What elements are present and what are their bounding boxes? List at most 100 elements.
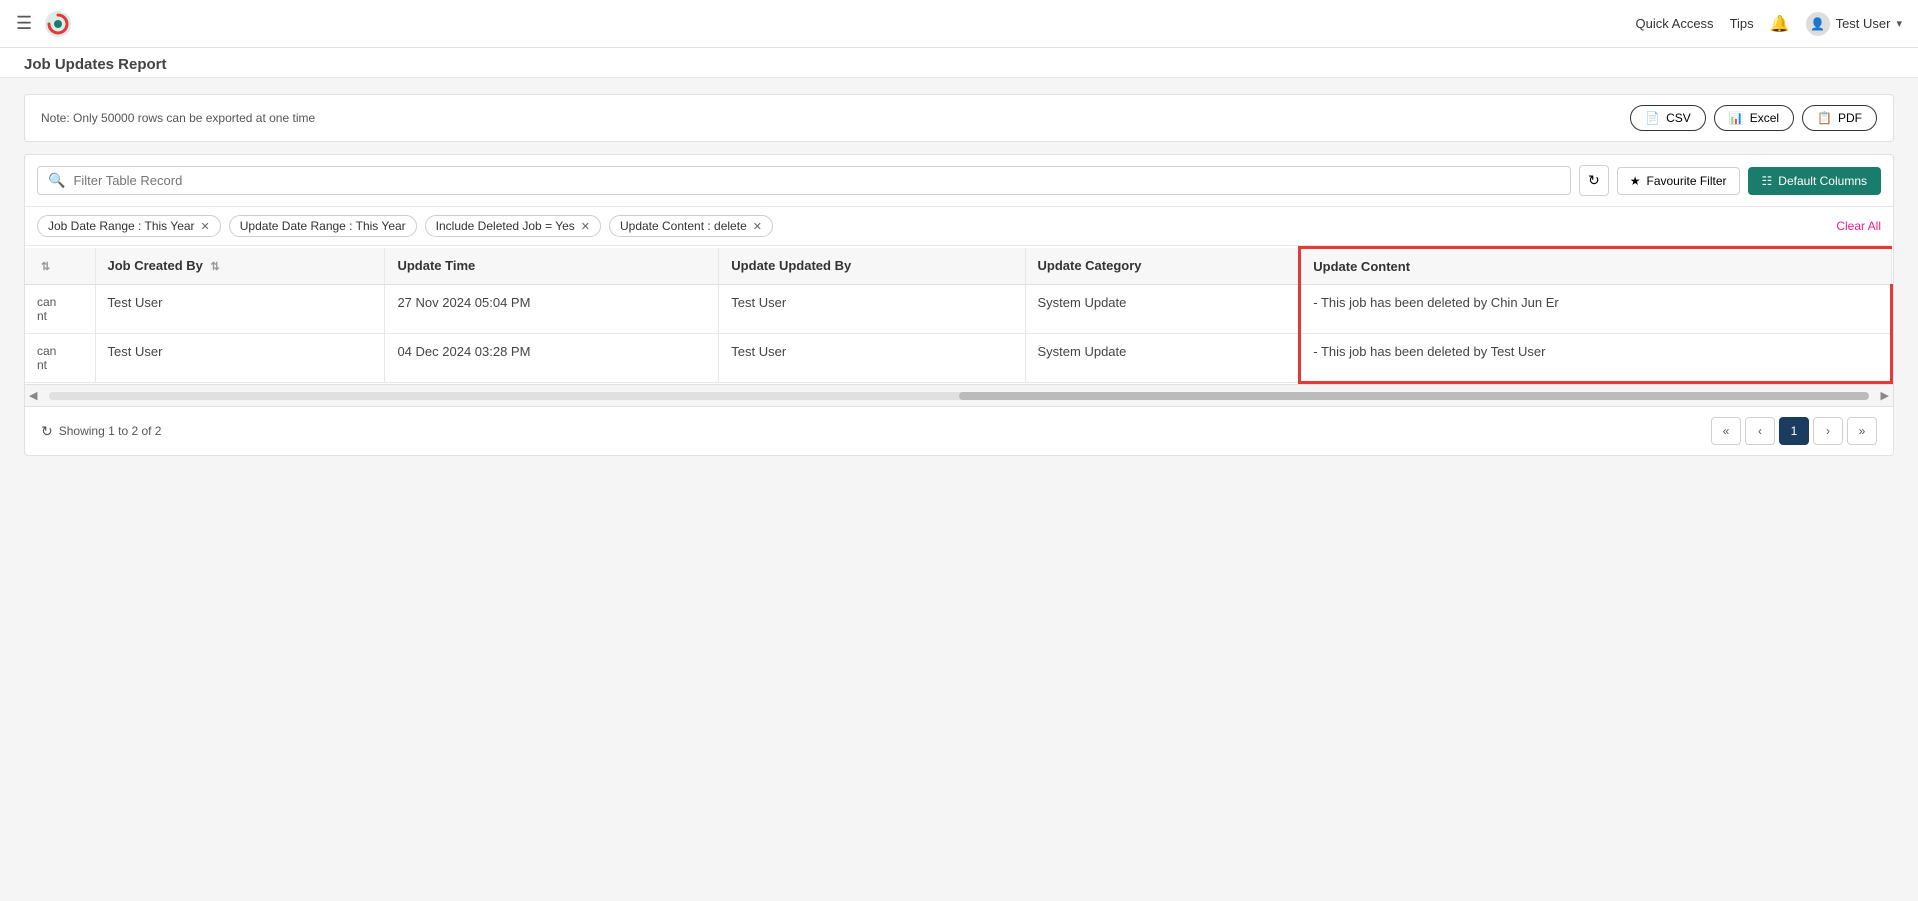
pdf-export-button[interactable]: 📋 PDF [1802,105,1877,131]
search-input[interactable] [73,173,1560,188]
filter-tag-include-deleted: Include Deleted Job = Yes ✕ [425,215,601,237]
avatar: 👤 [1806,12,1830,36]
last-page-button[interactable]: » [1847,417,1877,445]
table-row: can nt Test User 04 Dec 2024 03:28 PM Te… [25,334,1892,383]
refresh-small-icon[interactable]: ↻ [41,423,53,440]
filter-tag-update-content-close[interactable]: ✕ [753,220,762,233]
col-update-time-label: Update Time [397,258,475,273]
cell-update-category-2: System Update [1025,334,1300,383]
filter-tag-update-content-label: Update Content : delete [620,219,747,233]
filter-bar: 🔍 ↻ ★ Favourite Filter ☷ Default Columns [25,155,1893,207]
page-title-bar: Job Updates Report [0,48,1918,78]
hamburger-menu-icon[interactable]: ☰ [16,13,32,34]
col-header-update-content: Update Content [1300,248,1892,285]
filter-tag-update-content: Update Content : delete ✕ [609,215,773,237]
horizontal-scrollbar[interactable]: ◀ ▶ [25,384,1893,406]
scroll-thumb [959,392,1869,400]
user-menu[interactable]: 👤 Test User ▾ [1806,12,1902,36]
next-page-button[interactable]: › [1813,417,1843,445]
prev-page-button[interactable]: ‹ [1745,417,1775,445]
tips-link[interactable]: Tips [1730,16,1754,31]
csv-icon: 📄 [1645,111,1660,125]
table-scroll-area[interactable]: ⇅ Job Created By ⇅ Update Time Update Up… [25,246,1893,384]
filter-tag-include-deleted-close[interactable]: ✕ [581,220,590,233]
favourite-filter-button[interactable]: ★ Favourite Filter [1617,167,1740,195]
extra-text-1-line2: nt [37,309,83,323]
scroll-left-arrow[interactable]: ◀ [25,389,41,402]
top-navigation: ☰ Quick Access Tips 🔔 👤 Test User ▾ [0,0,1918,48]
extra-text-2-line1: can [37,344,83,358]
cell-extra-2: can nt [25,334,95,383]
columns-icon: ☷ [1762,174,1773,188]
filter-tag-job-date-range-close[interactable]: ✕ [201,220,210,233]
note-bar: Note: Only 50000 rows can be exported at… [24,94,1894,142]
extra-text-2-line2: nt [37,358,83,372]
col-update-category-label: Update Category [1038,258,1142,273]
quick-access-link[interactable]: Quick Access [1636,16,1714,31]
logo-icon [44,10,72,38]
table-row: can nt Test User 27 Nov 2024 05:04 PM Te… [25,285,1892,334]
csv-export-button[interactable]: 📄 CSV [1630,105,1706,131]
chevron-down-icon: ▾ [1896,17,1902,30]
filter-tag-job-date-range-label: Job Date Range : This Year [48,219,195,233]
cell-update-updated-by-2: Test User [719,334,1025,383]
cell-update-updated-by-1: Test User [719,285,1025,334]
note-text: Note: Only 50000 rows can be exported at… [41,111,315,125]
cell-job-created-by-1: Test User [95,285,385,334]
first-page-button[interactable]: « [1711,417,1741,445]
col-header-update-time: Update Time [385,248,719,285]
search-wrapper: 🔍 [37,166,1571,195]
cell-update-time-1: 27 Nov 2024 05:04 PM [385,285,719,334]
col-update-content-label: Update Content [1313,259,1410,274]
page-title: Job Updates Report [24,56,167,73]
showing-text: Showing 1 to 2 of 2 [59,424,162,438]
col-update-updated-by-label: Update Updated By [731,258,851,273]
col-header-update-category: Update Category [1025,248,1300,285]
user-name-label: Test User [1836,16,1891,31]
data-table: ⇅ Job Created By ⇅ Update Time Update Up… [25,246,1893,384]
cell-update-time-2: 04 Dec 2024 03:28 PM [385,334,719,383]
csv-label: CSV [1666,111,1691,125]
star-icon: ★ [1630,174,1641,188]
cell-job-created-by-2: Test User [95,334,385,383]
pagination-controls: « ‹ 1 › » [1711,417,1877,445]
pdf-label: PDF [1838,111,1862,125]
filter-tag-update-date-range: Update Date Range : This Year [229,215,417,237]
filter-tag-job-date-range: Job Date Range : This Year ✕ [37,215,221,237]
showing-text-area: ↻ Showing 1 to 2 of 2 [41,423,161,440]
refresh-icon: ↻ [1588,172,1600,189]
col-header-update-updated-by: Update Updated By [719,248,1025,285]
col-header-extra: ⇅ [25,248,95,285]
main-content: Note: Only 50000 rows can be exported at… [0,78,1918,472]
export-buttons-group: 📄 CSV 📊 Excel 📋 PDF [1630,105,1877,131]
col-header-job-created-by[interactable]: Job Created By ⇅ [95,248,385,285]
page-1-button[interactable]: 1 [1779,417,1809,445]
sort-icon-extra: ⇅ [41,261,50,273]
filter-tag-update-date-range-label: Update Date Range : This Year [240,219,406,233]
filter-tags-bar: Job Date Range : This Year ✕ Update Date… [25,207,1893,246]
filter-tag-include-deleted-label: Include Deleted Job = Yes [436,219,575,233]
scroll-track[interactable] [49,392,1868,400]
refresh-button[interactable]: ↻ [1579,165,1609,196]
default-columns-button[interactable]: ☷ Default Columns [1748,167,1881,195]
table-container: 🔍 ↻ ★ Favourite Filter ☷ Default Columns… [24,154,1894,456]
cell-update-content-2: - This job has been deleted by Test User [1300,334,1892,383]
search-icon: 🔍 [48,172,65,189]
excel-export-button[interactable]: 📊 Excel [1714,105,1794,131]
table-header-row: ⇅ Job Created By ⇅ Update Time Update Up… [25,248,1892,285]
scroll-right-arrow[interactable]: ▶ [1877,389,1893,402]
pagination-bar: ↻ Showing 1 to 2 of 2 « ‹ 1 › » [25,406,1893,455]
col-job-created-by-label: Job Created By [108,258,203,273]
notification-bell-icon[interactable]: 🔔 [1770,14,1790,34]
sort-icon-job-created-by: ⇅ [211,261,220,273]
default-columns-label: Default Columns [1778,174,1867,188]
favourite-label: Favourite Filter [1646,174,1726,188]
clear-all-button[interactable]: Clear All [1836,219,1881,233]
cell-extra-1: can nt [25,285,95,334]
excel-icon: 📊 [1729,111,1744,125]
excel-label: Excel [1750,111,1779,125]
pdf-icon: 📋 [1817,111,1832,125]
extra-text-1-line1: can [37,295,83,309]
cell-update-category-1: System Update [1025,285,1300,334]
cell-update-content-1: - This job has been deleted by Chin Jun … [1300,285,1892,334]
